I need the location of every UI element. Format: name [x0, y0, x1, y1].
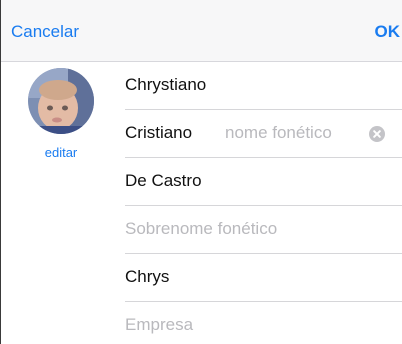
edit-contact-screen: Cancelar OK editar Chrystiano Cristiano …	[0, 0, 402, 344]
middle-name-row[interactable]: Cristiano nome fonético	[125, 110, 402, 158]
last-phonetic-field[interactable]: Sobrenome fonético	[125, 218, 277, 240]
nickname-row[interactable]: Chrys	[125, 254, 402, 302]
last-phonetic-row[interactable]: Sobrenome fonético	[125, 206, 402, 254]
last-name-field[interactable]: De Castro	[125, 170, 202, 192]
first-name-field[interactable]: Chrystiano	[125, 74, 206, 96]
avatar-photo-icon	[28, 68, 94, 134]
middle-name-field[interactable]: Cristiano	[125, 122, 192, 144]
ok-button[interactable]: OK	[375, 21, 401, 43]
last-name-row[interactable]: De Castro	[125, 158, 402, 206]
company-row[interactable]: Empresa	[125, 302, 402, 344]
nickname-field[interactable]: Chrys	[125, 266, 169, 288]
clear-icon[interactable]	[369, 126, 385, 142]
company-field[interactable]: Empresa	[125, 314, 193, 336]
contact-avatar[interactable]	[28, 68, 94, 134]
navigation-bar: Cancelar OK	[1, 0, 402, 62]
middle-phonetic-field[interactable]: nome fonético	[225, 122, 332, 144]
name-fields: Chrystiano Cristiano nome fonético De Ca…	[125, 62, 402, 344]
cancel-button[interactable]: Cancelar	[11, 21, 79, 43]
first-name-row[interactable]: Chrystiano	[125, 62, 402, 110]
edit-photo-button[interactable]: editar	[21, 145, 101, 160]
